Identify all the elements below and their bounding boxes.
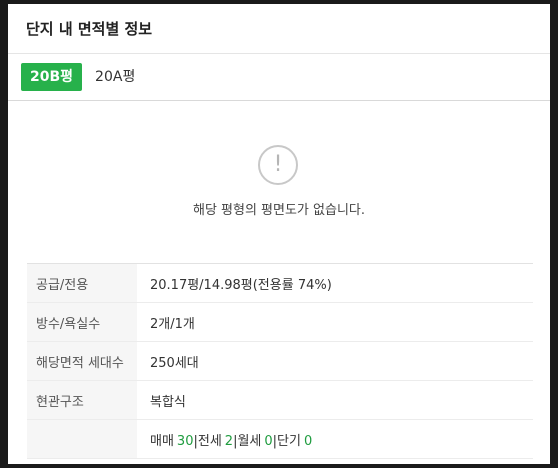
table-row: 현관구조 복합식 <box>27 380 533 420</box>
empty-message: 해당 평형의 평면도가 없습니다. <box>192 203 365 218</box>
tab-20b[interactable]: 20B평 <box>21 63 83 91</box>
tab-20a[interactable]: 20A평 <box>86 63 144 91</box>
jeonse-count: 2 <box>224 433 234 449</box>
monthly-count: 0 <box>264 433 273 449</box>
table-row: 매매 30|전세 2|월세 0|단기 0 <box>27 419 533 459</box>
short-label: 단기 <box>277 433 301 449</box>
listings-label <box>27 419 137 459</box>
floorplan-empty-state: ! 해당 평형의 평면도가 없습니다. <box>8 101 550 264</box>
sale-label: 매매 <box>150 433 174 449</box>
short-count: 0 <box>303 433 313 449</box>
table-row: 공급/전용 20.17평/14.98평(전용률 74%) <box>27 263 533 303</box>
table-row: 해당면적 세대수 250세대 <box>27 341 533 381</box>
monthly-label: 월세 <box>237 433 262 449</box>
households-value: 250세대 <box>137 341 533 381</box>
supply-area-value: 20.17평/14.98평(전용률 74%) <box>137 263 533 303</box>
jeonse-listing-link[interactable]: 전세 2 <box>198 434 233 449</box>
exclamation-circle-icon: ! <box>258 145 298 185</box>
supply-area-label: 공급/전용 <box>27 263 137 303</box>
area-tabs: 20B평 20A평 <box>8 54 550 101</box>
jeonse-label: 전세 <box>197 433 222 449</box>
sale-count: 30 <box>176 433 194 449</box>
area-info-panel: 단지 내 면적별 정보 20B평 20A평 ! 해당 평형의 평면도가 없습니다… <box>8 4 550 464</box>
entrance-label: 현관구조 <box>27 380 137 420</box>
sale-listing-link[interactable]: 매매 30 <box>150 434 193 449</box>
area-info-table: 공급/전용 20.17평/14.98평(전용률 74%) 방수/욕실수 2개/1… <box>27 263 533 459</box>
listings-value: 매매 30|전세 2|월세 0|단기 0 <box>137 419 533 459</box>
short-listing-link[interactable]: 단기 0 <box>277 434 312 449</box>
monthly-listing-link[interactable]: 월세 0 <box>237 434 272 449</box>
rooms-value: 2개/1개 <box>137 302 533 342</box>
entrance-value: 복합식 <box>137 380 533 420</box>
table-row: 방수/욕실수 2개/1개 <box>27 302 533 342</box>
panel-title: 단지 내 면적별 정보 <box>26 20 153 38</box>
households-label: 해당면적 세대수 <box>27 341 137 381</box>
panel-header: 단지 내 면적별 정보 <box>8 4 550 54</box>
rooms-label: 방수/욕실수 <box>27 302 137 342</box>
